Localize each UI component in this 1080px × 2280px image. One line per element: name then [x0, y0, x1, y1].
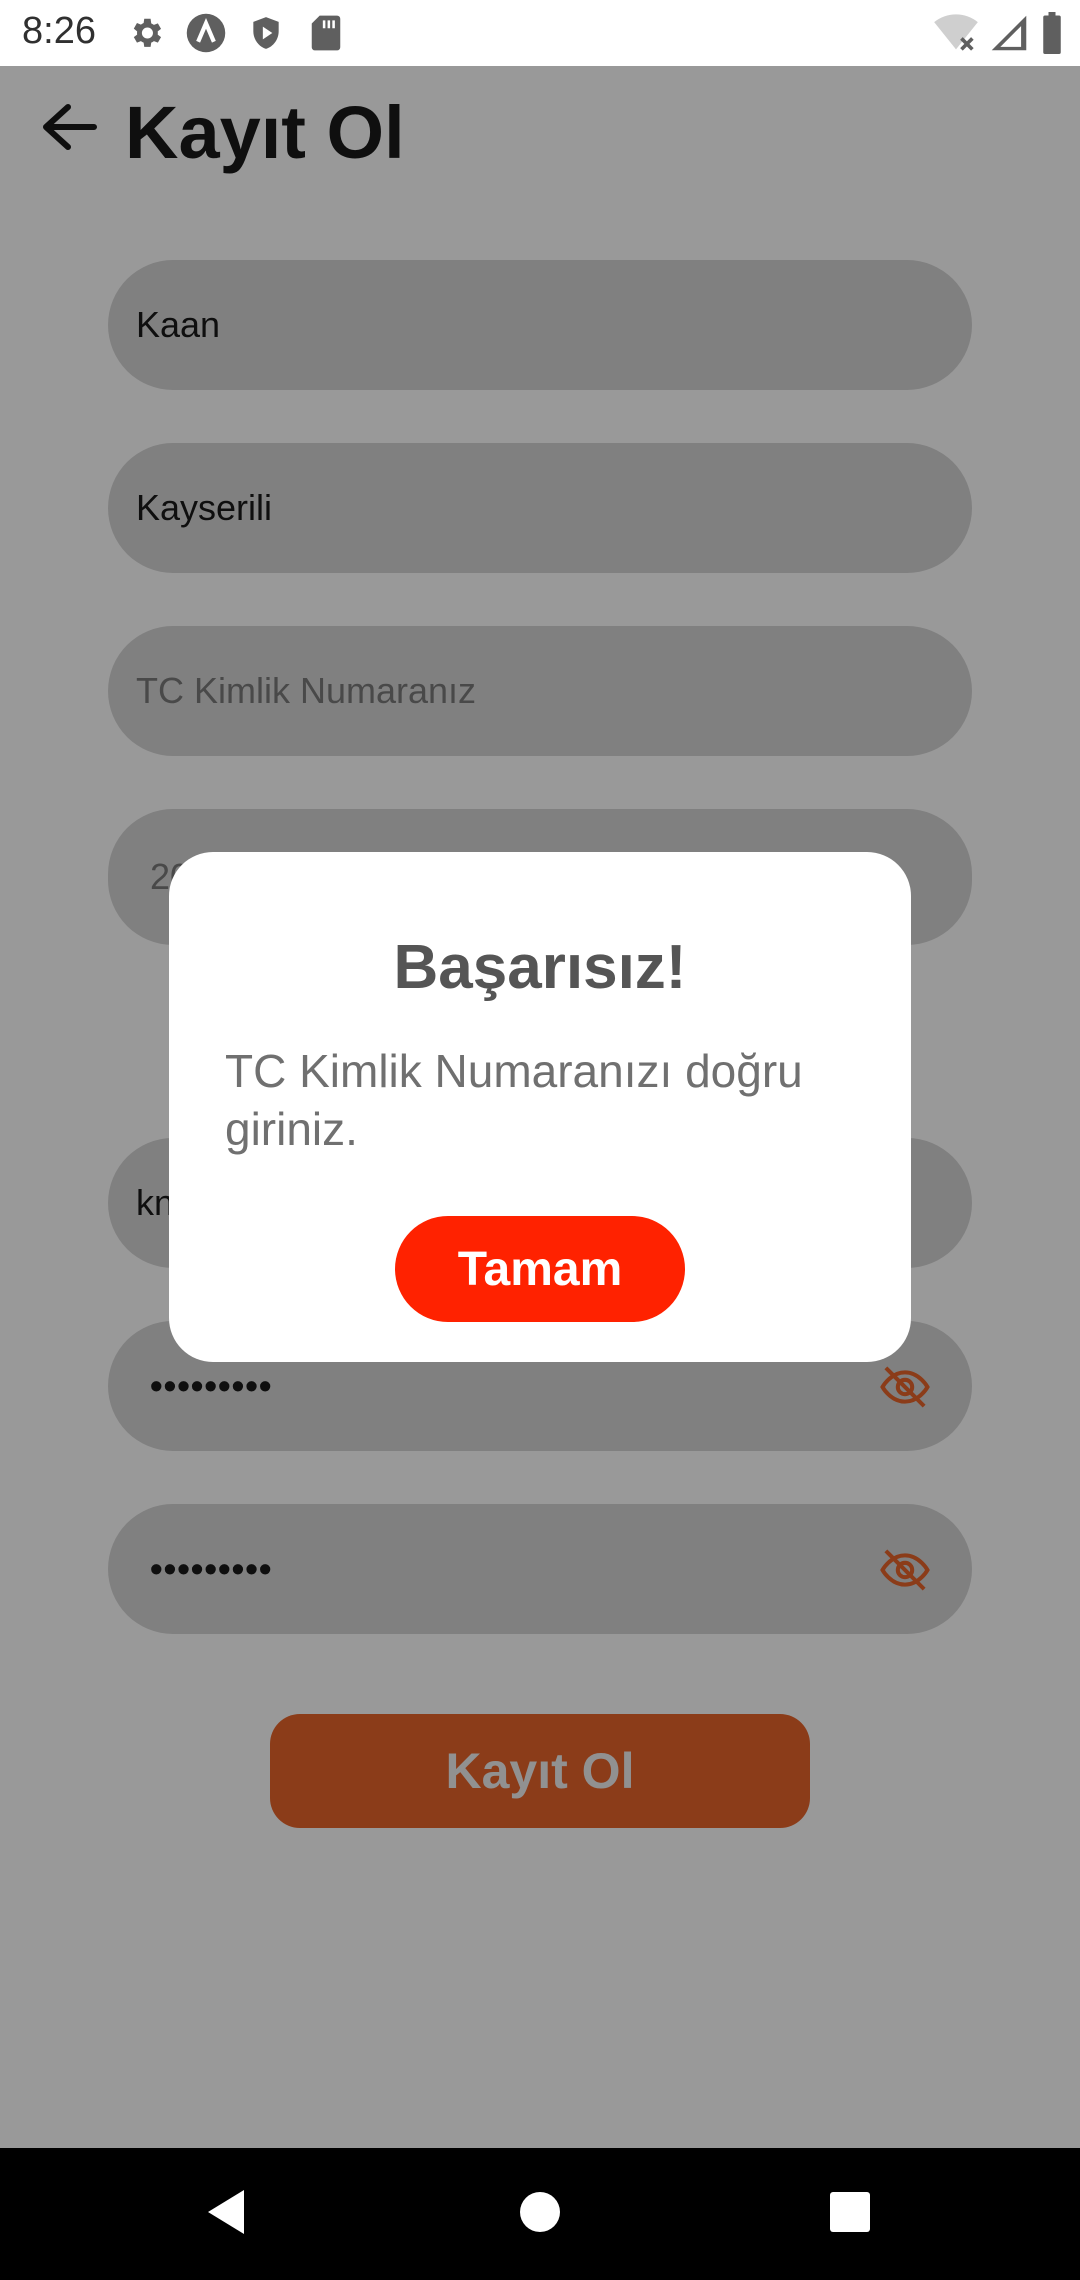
- gear-icon: [125, 12, 167, 54]
- wifi-off-icon: [934, 13, 978, 58]
- shield-play-icon: [245, 12, 287, 54]
- error-dialog: Başarısız! TC Kimlik Numaranızı doğru gi…: [169, 852, 911, 1362]
- back-triangle-icon: [204, 2188, 248, 2241]
- dialog-message: TC Kimlik Numaranızı doğru giriniz.: [225, 1045, 803, 1155]
- nav-back-button[interactable]: [190, 2178, 262, 2250]
- signal-icon: [990, 13, 1028, 58]
- recents-square-icon: [829, 2191, 871, 2238]
- navigation-bar: [0, 2148, 1080, 2280]
- battery-icon: [1040, 12, 1064, 59]
- status-time: 8:26: [22, 10, 96, 52]
- nav-recents-button[interactable]: [814, 2178, 886, 2250]
- screen: 8:26 Kayıt Ol Kaan Kayserili TC Kimlik N…: [0, 0, 1080, 2280]
- nav-home-button[interactable]: [504, 2178, 576, 2250]
- dialog-title: Başarısız!: [393, 933, 687, 1002]
- ok-button[interactable]: Tamam: [395, 1216, 685, 1322]
- status-bar: 8:26: [0, 0, 1080, 66]
- home-circle-icon: [518, 2190, 562, 2239]
- sd-card-icon: [305, 12, 347, 54]
- status-icons-right: [934, 12, 1064, 59]
- status-icons-left: [125, 12, 347, 54]
- a-circle-icon: [185, 12, 227, 54]
